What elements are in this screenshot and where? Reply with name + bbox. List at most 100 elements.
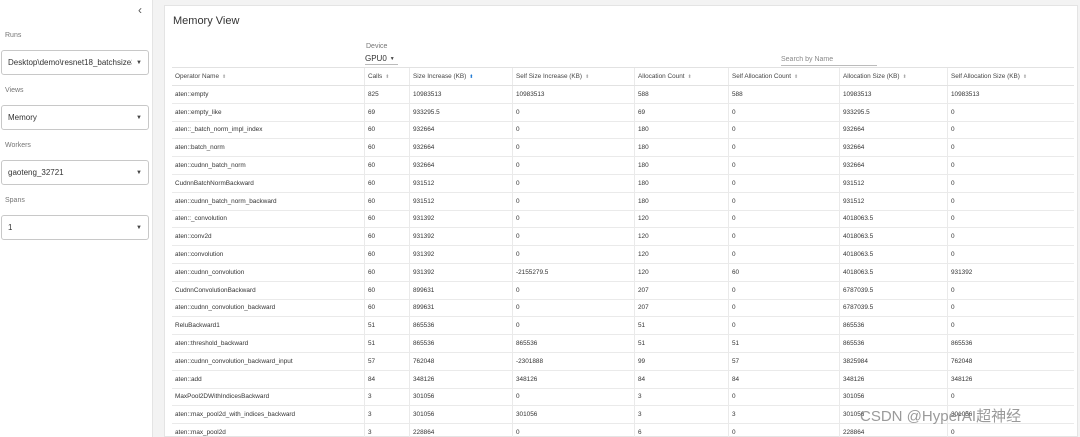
table-row[interactable]: aten::cudnn_convolution_backward_input 57… — [172, 352, 1074, 371]
table-row[interactable]: aten::conv2d 60 931392 0 120 0 4018063.5 0 — [172, 228, 1074, 247]
column-header[interactable]: Size Increase (KB) ⬍ — [410, 68, 513, 85]
table-row[interactable]: aten::cudnn_batch_norm_backward 60 931512 0… — [172, 192, 1074, 211]
device-select[interactable]: GPU0 ▼ — [365, 53, 398, 65]
table-cell: 60 — [365, 228, 410, 246]
sort-icon[interactable]: ⬍ — [385, 74, 389, 80]
table-cell: 931512 — [410, 192, 513, 210]
table-cell: 865536 — [410, 335, 513, 352]
table-row[interactable]: ReluBackward1 51 865536 0 51 0 865536 0 — [172, 317, 1074, 336]
table-cell: 865536 — [513, 335, 635, 352]
table-cell: 0 — [513, 121, 635, 139]
table-cell: 180 — [635, 192, 729, 210]
table-cell: 0 — [951, 304, 955, 312]
table-row[interactable]: aten::_batch_norm_impl_index 60 932664 0 180… — [172, 121, 1074, 140]
table-cell: 6787039.5 — [840, 281, 948, 299]
table-row[interactable]: CudnnConvolutionBackward 60 899631 0 207 0 678… — [172, 281, 1074, 300]
table-cell: MaxPool2DWithIndicesBackward — [172, 388, 365, 406]
column-header[interactable]: Self Allocation Size (KB) ⬍ — [948, 68, 1074, 85]
table-cell: aten::cudnn_batch_norm_backward — [172, 192, 365, 210]
table-row[interactable]: aten::cudnn_convolution_backward 60 899631… — [172, 299, 1074, 318]
table-cell: 60 — [365, 174, 410, 192]
table-row[interactable]: MaxPool2DWithIndicesBackward 3 301056 0 3 0 30… — [172, 388, 1074, 407]
sort-icon[interactable]: ⬍ — [688, 74, 692, 80]
table-row[interactable]: aten::max_pool2d 3 228864 0 6 0 228864 0 — [172, 424, 1074, 437]
table-cell: 0 — [729, 192, 840, 210]
table-cell: aten::batch_norm — [172, 139, 365, 157]
table-cell: 0 — [951, 162, 955, 170]
table-cell: 931512 — [840, 174, 948, 192]
table-cell: 0 — [729, 299, 840, 317]
watermark: CSDN @HyperAI超神经 — [860, 408, 1022, 425]
table-cell: 0 — [513, 317, 635, 335]
chevron-left-icon[interactable]: ‹ — [133, 3, 147, 17]
table-row[interactable]: aten::convolution 60 931392 0 120 0 4018063.5 0 — [172, 246, 1074, 264]
table-row[interactable]: aten::add 84 348126 348126 84 84 348126 348126 — [172, 370, 1074, 389]
table-cell: 0 — [729, 281, 840, 299]
column-header-label: Size Increase (KB) — [413, 73, 467, 80]
table-cell: 84 — [365, 370, 410, 388]
column-header-label: Calls — [368, 73, 383, 80]
table-cell: 931512 — [840, 192, 948, 210]
table-cell: 348126 — [513, 370, 635, 388]
device-label: Device — [366, 43, 388, 50]
spans-value: 1 — [8, 223, 13, 232]
workers-select[interactable]: gaoteng_32721 ▼ — [1, 160, 149, 185]
table-cell: 825 — [365, 86, 410, 103]
table-cell: 3 — [635, 406, 729, 424]
table-row[interactable]: aten::cudnn_batch_norm 60 932664 0 180 0 93266… — [172, 157, 1074, 175]
table-cell: 0 — [729, 246, 840, 263]
table-cell: aten::cudnn_convolution — [172, 263, 365, 281]
table-cell: aten::threshold_backward — [172, 335, 365, 352]
table-row[interactable]: aten::batch_norm 60 932664 0 180 0 932664 0 — [172, 139, 1074, 158]
table-row[interactable]: aten::threshold_backward 51 865536 865536 51… — [172, 335, 1074, 353]
table-row[interactable]: CudnnBatchNormBackward 60 931512 0 180 0 93151… — [172, 174, 1074, 193]
workers-label: Workers — [5, 142, 31, 149]
table-cell: 348126 — [410, 370, 513, 388]
table-cell: 932664 — [840, 157, 948, 174]
views-select[interactable]: Memory ▼ — [1, 105, 149, 130]
column-header[interactable]: Operator Name ⬍ — [172, 68, 365, 85]
table-cell: 0 — [951, 393, 955, 401]
table-cell: 931512 — [410, 174, 513, 192]
table-cell: CudnnBatchNormBackward — [172, 174, 365, 192]
runs-select[interactable]: Desktop\demo\resnet18_batchsize32 ▼ — [1, 50, 149, 75]
column-header[interactable]: Self Size Increase (KB) ⬍ — [513, 68, 635, 85]
table-row[interactable]: aten::cudnn_convolution 60 931392 -2155279.… — [172, 263, 1074, 282]
column-header[interactable]: Allocation Count ⬍ — [635, 68, 729, 85]
sort-icon[interactable]: ⬍ — [1023, 74, 1027, 80]
table-row[interactable]: aten::_convolution 60 931392 0 120 0 4018063.5… — [172, 210, 1074, 229]
table-cell: 0 — [513, 174, 635, 192]
column-header[interactable]: Allocation Size (KB) ⬍ — [840, 68, 948, 85]
table-cell: aten::cudnn_convolution_backward — [172, 299, 365, 317]
sort-icon[interactable]: ⬍ — [585, 74, 589, 80]
table-row[interactable]: aten::empty 825 10983513 10983513 588 588 1098… — [172, 86, 1074, 104]
table-cell: 0 — [729, 157, 840, 174]
table-cell: 69 — [635, 103, 729, 121]
sort-icon[interactable]: ⬍ — [794, 74, 798, 80]
page-title: Memory View — [173, 15, 240, 27]
table-cell: aten::max_pool2d — [172, 424, 365, 437]
search-input[interactable] — [781, 54, 877, 66]
table-cell: 6787039.5 — [840, 299, 948, 317]
table-cell: 0 — [951, 215, 955, 223]
table-cell: 60 — [365, 157, 410, 174]
table-cell: 0 — [729, 228, 840, 246]
memory-view-card: Memory View Device GPU0 ▼ Operator Name⬍… — [164, 5, 1078, 437]
table-cell: 932664 — [410, 157, 513, 174]
sort-icon[interactable]: ⬍ — [902, 74, 906, 80]
table-row[interactable]: aten::empty_like 69 933295.5 0 69 0 933295.5 0 — [172, 103, 1074, 122]
table-cell: 301056 — [513, 406, 635, 424]
table-cell: ReluBackward1 — [172, 317, 365, 335]
sort-desc-icon[interactable]: ⬍ — [469, 74, 473, 80]
table-cell: 4018063.5 — [840, 228, 948, 246]
table-cell: 207 — [635, 299, 729, 317]
column-header[interactable]: Self Allocation Count ⬍ — [729, 68, 840, 85]
sort-icon[interactable]: ⬍ — [222, 74, 226, 80]
workers-value: gaoteng_32721 — [8, 168, 64, 177]
table-cell: 60 — [365, 263, 410, 281]
table-cell: 3825984 — [840, 352, 948, 370]
table-cell: 762048 — [951, 357, 973, 365]
spans-select[interactable]: 1 ▼ — [1, 215, 149, 240]
table-cell: 0 — [729, 121, 840, 139]
column-header[interactable]: Calls ⬍ — [365, 68, 410, 85]
